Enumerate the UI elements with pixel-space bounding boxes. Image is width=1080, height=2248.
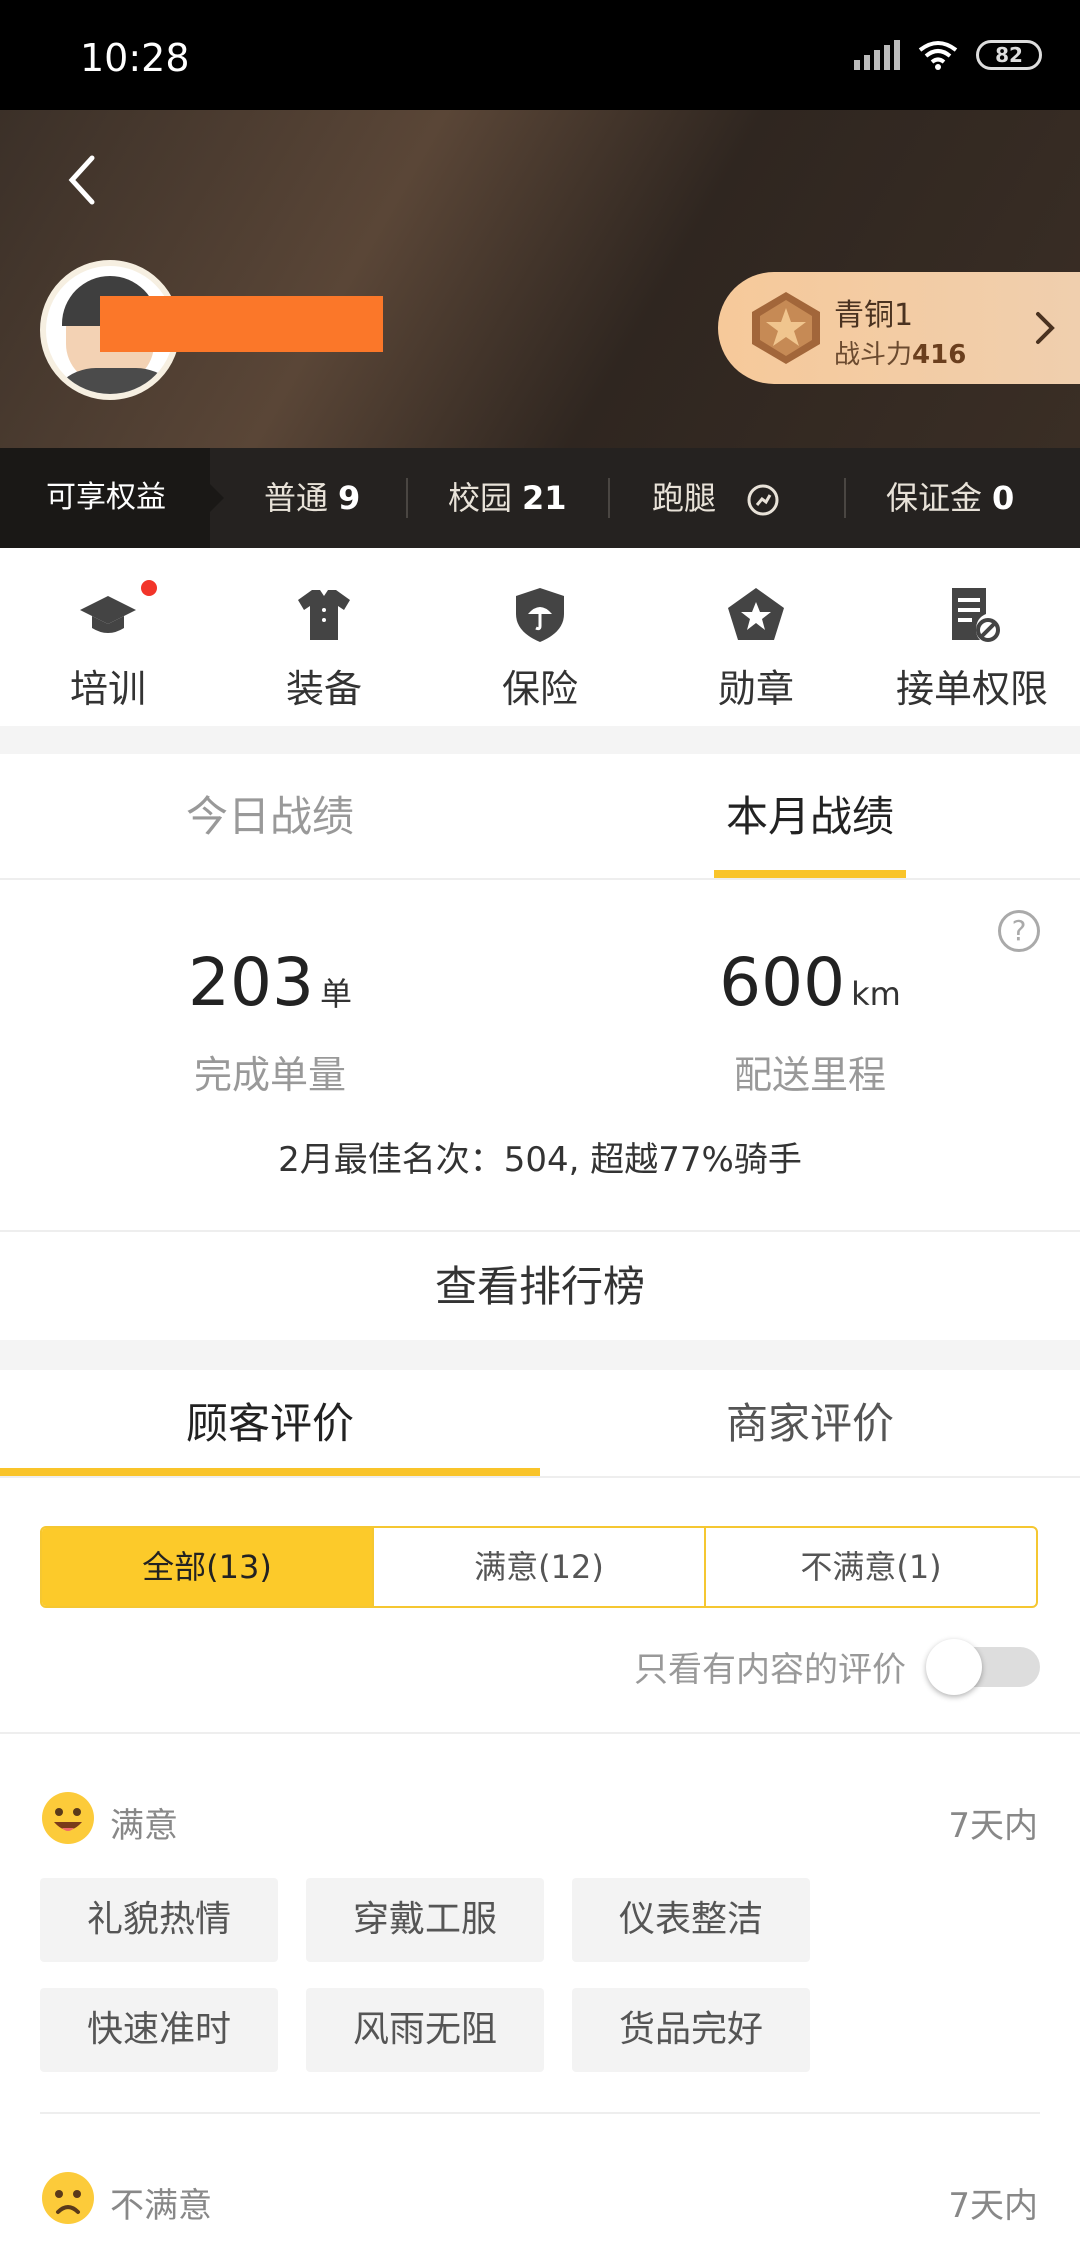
sad-face-icon	[42, 2172, 94, 2224]
content-only-row: 只看有内容的评价	[634, 1638, 1040, 1695]
review-filter: 全部(13) 满意(12) 不满意(1)	[40, 1526, 1038, 1608]
battery-icon: 82	[976, 40, 1042, 70]
medal-icon	[728, 588, 784, 640]
happy-face-icon	[42, 1792, 94, 1844]
content-only-toggle[interactable]	[926, 1638, 1040, 1695]
filter-all[interactable]: 全部(13)	[42, 1528, 372, 1606]
shield-umbrella-icon	[516, 588, 564, 642]
rank-card[interactable]: 青铜1 战斗力416	[718, 272, 1080, 384]
tag-chip: 穿戴工服	[306, 1878, 544, 1962]
chevron-right-icon	[1036, 312, 1055, 344]
bronze-badge-icon	[752, 292, 820, 364]
review-tabs: 顾客评价 商家评价	[0, 1370, 1080, 1478]
nav-order-permission[interactable]: 接单权限	[864, 548, 1080, 726]
tag-chip: 快速准时	[40, 1988, 278, 2072]
active-tab-indicator	[714, 870, 906, 878]
review-group-satisfied: 满意 7天内	[40, 1790, 1040, 1850]
shirt-icon	[298, 590, 350, 640]
stats-tabs: 今日战绩 本月战绩	[0, 754, 1080, 880]
nav-medals[interactable]: 勋章	[648, 548, 864, 726]
orders-label: 完成单量	[193, 1053, 346, 1097]
status-icons: 82	[854, 40, 1042, 70]
rank-name: 青铜1	[834, 298, 914, 333]
status-bar: 10:28 82	[0, 0, 1080, 110]
nav-training[interactable]: 培训	[0, 548, 216, 726]
distance-stat: 600 km	[719, 944, 901, 1021]
review-group-unsatisfied: 不满意 7天内	[40, 2170, 1040, 2230]
chevron-left-icon	[68, 155, 95, 205]
distance-label: 配送里程	[733, 1053, 886, 1097]
redacted-username	[100, 296, 383, 352]
nav-equipment[interactable]: 装备	[216, 548, 432, 726]
notification-dot	[141, 580, 157, 596]
power-score: 战斗力416	[834, 340, 967, 370]
best-rank-text: 2月最佳名次：504, 超越77%骑手	[278, 1140, 802, 1180]
benefits-title: 可享权益	[0, 448, 224, 548]
runner-icon	[747, 484, 779, 516]
stats-card: 今日战绩 本月战绩 ? 203 单 600 km 完成单量 配送里程 2月最佳名次：…	[0, 754, 1080, 1230]
active-tab-indicator	[0, 1468, 540, 1476]
filter-satisfied[interactable]: 满意(12)	[372, 1528, 704, 1606]
benefit-deposit[interactable]: 保证金 0	[886, 448, 1014, 548]
back-button[interactable]	[56, 150, 106, 210]
wifi-icon	[918, 41, 958, 70]
nav-insurance[interactable]: 保险	[432, 548, 648, 726]
content-only-label: 只看有内容的评价	[634, 1650, 906, 1690]
reviews-card: 顾客评价 商家评价 全部(13) 满意(12) 不满意(1) 只看有内容的评价 …	[0, 1370, 1080, 2248]
graduation-cap-icon	[80, 596, 136, 633]
filter-unsatisfied[interactable]: 不满意(1)	[704, 1528, 1036, 1606]
tab-customer-reviews[interactable]: 顾客评价	[0, 1370, 540, 1478]
quick-nav: 培训 装备 保险 勋章 接单权限	[0, 548, 1080, 726]
tab-merchant-reviews[interactable]: 商家评价	[540, 1370, 1080, 1478]
signal-icon	[854, 40, 900, 70]
profile-header: 青铜1 战斗力416	[0, 110, 1080, 448]
benefit-campus[interactable]: 校园 21	[448, 448, 567, 548]
tag-chip: 风雨无阻	[306, 1988, 544, 2072]
tag-chip: 礼貌热情	[40, 1878, 278, 1962]
orders-stat: 203 单	[188, 944, 352, 1021]
benefits-bar: 可享权益 普通 9 校园 21 跑腿 保证金 0	[0, 448, 1080, 548]
benefit-errand[interactable]: 跑腿	[652, 448, 780, 548]
benefit-normal[interactable]: 普通 9	[264, 448, 360, 548]
tab-today[interactable]: 今日战绩	[0, 754, 540, 880]
tag-chip: 货品完好	[572, 1988, 810, 2072]
tab-this-month[interactable]: 本月战绩	[540, 754, 1080, 880]
view-ranking-button[interactable]: 查看排行榜	[0, 1230, 1080, 1340]
status-time: 10:28	[80, 36, 190, 80]
tag-chip: 仪表整洁	[572, 1878, 810, 1962]
document-block-icon	[952, 588, 1000, 642]
